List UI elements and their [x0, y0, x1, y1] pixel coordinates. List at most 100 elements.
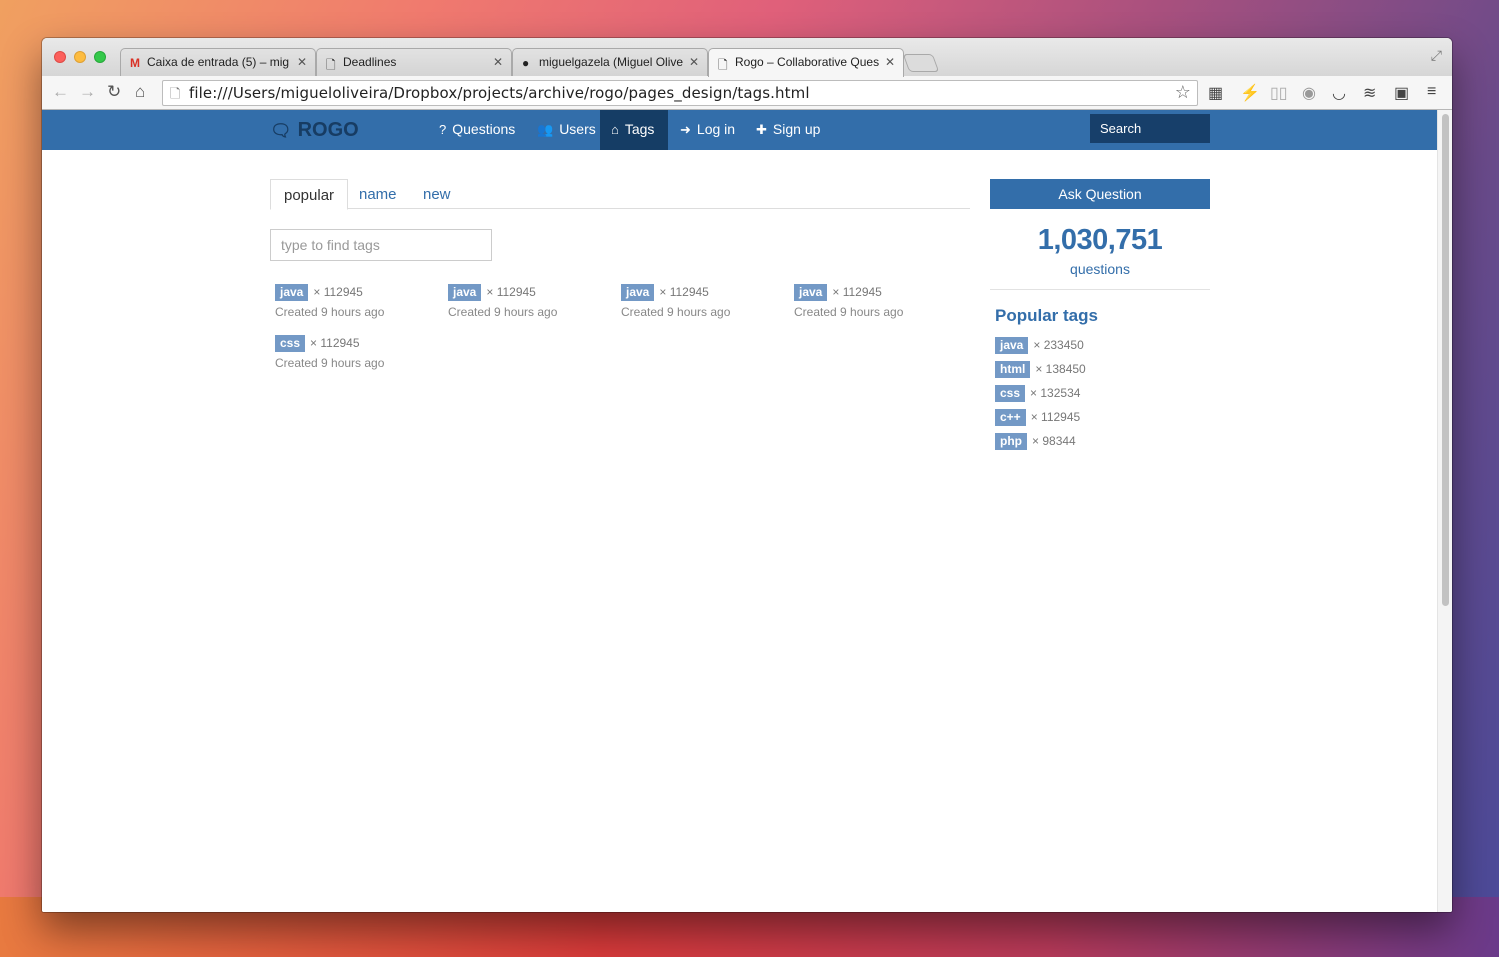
bookmark-star-icon[interactable]: ☆ [1175, 82, 1191, 103]
maximize-window-button[interactable] [94, 51, 106, 63]
new-tab-button[interactable] [902, 54, 940, 72]
fullscreen-icon[interactable]: ⤢ [1431, 47, 1442, 64]
ask-question-button[interactable]: Ask Question [990, 179, 1210, 209]
tag-created: Created 9 hours ago [794, 305, 904, 319]
back-arrow-icon[interactable]: ← [52, 82, 69, 102]
tag-count: × 98344 [1032, 434, 1076, 448]
list-item: php × 98344 [995, 433, 1210, 457]
tag-count: × 112945 [486, 285, 536, 299]
tag-sort-tabs: popular name new [270, 179, 970, 210]
nav-questions[interactable]: ? Questions [428, 110, 526, 150]
tab-label: Caixa de entrada (5) – mig [147, 55, 290, 69]
title-bar: M Caixa de entrada (5) – mig ✕ 🗋 Deadlin… [42, 38, 1452, 77]
minimize-window-button[interactable] [74, 51, 86, 63]
tab-popular[interactable]: popular [270, 179, 349, 210]
tag-chip[interactable]: java [448, 284, 482, 301]
tag-card: java × 112945 Created 9 hours ago [448, 284, 618, 319]
tab-new[interactable]: new [410, 179, 464, 209]
tab-label: miguelgazela (Miguel Olive [539, 55, 684, 69]
users-icon: 👥 [537, 122, 554, 137]
nav-sign-up[interactable]: ✚ Sign up [745, 110, 831, 150]
tag-created: Created 9 hours ago [621, 305, 731, 319]
home-icon[interactable]: ⌂ [135, 82, 145, 102]
tag-filter-input[interactable]: type to find tags [270, 229, 492, 261]
tag-count: × 112945 [313, 285, 363, 299]
list-item: java × 233450 [995, 337, 1210, 361]
close-tab-icon[interactable]: ✕ [297, 55, 307, 69]
page-icon: 🗋 [326, 58, 336, 72]
tab-label: Rogo – Collaborative Ques [735, 55, 880, 69]
extension-window-icon[interactable]: ▣ [1394, 83, 1409, 103]
nav-users[interactable]: 👥 Users [526, 110, 607, 150]
close-tab-icon[interactable]: ✕ [493, 55, 503, 69]
list-item: html × 138450 [995, 361, 1210, 385]
tag-count: × 132534 [1030, 386, 1081, 400]
extension-circle-icon[interactable]: ◉ [1302, 83, 1316, 103]
tag-count: × 112945 [310, 336, 360, 350]
extension-checker-icon[interactable]: ▦ [1208, 83, 1223, 103]
tag-count: × 233450 [1033, 338, 1084, 352]
list-item: c++ × 112945 [995, 409, 1210, 433]
tag-created: Created 9 hours ago [275, 305, 385, 319]
question-count: 1,030,751 [1037, 224, 1163, 256]
browser-toolbar: ← → ↻ ⌂ 🗋 file:///Users/migueloliveira/D… [42, 76, 1452, 110]
scrollbar-thumb[interactable] [1442, 114, 1449, 606]
extension-reader-icon[interactable]: ▯▯ [1270, 83, 1288, 103]
tag-chip[interactable]: java [794, 284, 828, 301]
address-bar[interactable]: 🗋 file:///Users/migueloliveira/Dropbox/p… [162, 80, 1198, 106]
site-logo[interactable]: 🗨 ROGO [270, 119, 359, 142]
close-tab-icon[interactable]: ✕ [885, 55, 895, 69]
tag-chip[interactable]: php [995, 433, 1027, 450]
tag-chip[interactable]: java [275, 284, 309, 301]
tag-chip[interactable]: java [621, 284, 655, 301]
forward-arrow-icon[interactable]: → [79, 82, 96, 102]
tag-count: × 112945 [1030, 410, 1081, 424]
tag-card: java × 112945 Created 9 hours ago [621, 284, 791, 319]
sidebar: Ask Question 1,030,751 questions Popular… [990, 179, 1210, 457]
comments-icon: 🗨 [270, 121, 292, 140]
tag-chip[interactable]: html [995, 361, 1031, 378]
tag-chip[interactable]: java [995, 337, 1029, 354]
list-item: css × 132534 [995, 385, 1210, 409]
plus-icon: ✚ [756, 122, 767, 137]
menu-icon[interactable]: ≡ [1427, 83, 1436, 101]
nav-label: Questions [452, 121, 516, 137]
tag-chip[interactable]: c++ [995, 409, 1026, 426]
buffer-icon[interactable]: ≋ [1363, 83, 1376, 103]
question-count-label: questions [990, 261, 1210, 290]
tab-label: Deadlines [343, 55, 397, 69]
tab-name[interactable]: name [346, 179, 410, 209]
browser-tab-deadlines[interactable]: 🗋 Deadlines ✕ [316, 48, 512, 76]
extension-bolt-icon[interactable]: ⚡ [1240, 83, 1260, 103]
reload-icon[interactable]: ↻ [107, 82, 121, 102]
tag-count: × 138450 [1035, 362, 1086, 376]
tag-card: java × 112945 Created 9 hours ago [794, 284, 964, 319]
nav-label: Users [559, 121, 596, 137]
tag-card: css × 112945 Created 9 hours ago [275, 335, 445, 370]
close-window-button[interactable] [54, 51, 66, 63]
tag-card: java × 112945 Created 9 hours ago [275, 284, 445, 319]
search-input[interactable]: Search [1090, 114, 1210, 143]
vertical-scrollbar[interactable] [1437, 110, 1452, 912]
close-tab-icon[interactable]: ✕ [689, 55, 699, 69]
tag-chip[interactable]: css [275, 335, 306, 352]
page-icon: 🗋 [170, 87, 181, 102]
nav-label: Sign up [772, 121, 821, 137]
browser-tab-rogo[interactable]: 🗋 Rogo – Collaborative Ques ✕ [708, 48, 904, 77]
nav-label: Tags [624, 121, 655, 137]
brand-name: ROGO [297, 119, 359, 141]
page-icon: 🗋 [718, 58, 728, 72]
tag-count: × 112945 [659, 285, 709, 299]
pocket-icon[interactable]: ◡ [1332, 83, 1346, 103]
nav-tags[interactable]: ⌂ Tags [600, 110, 668, 150]
question-circle-icon: ? [439, 122, 447, 137]
browser-tab-github[interactable]: ● miguelgazela (Miguel Olive ✕ [512, 48, 708, 76]
browser-tab-gmail[interactable]: M Caixa de entrada (5) – mig ✕ [120, 48, 316, 76]
gmail-icon: M [130, 56, 140, 70]
site-navbar: 🗨 ROGO ? Questions 👥 Users ⌂ Tags ➜ Log in ✚ S… [42, 110, 1437, 150]
popular-tags-list: java × 233450 html × 138450 css × 132534 c+… [995, 337, 1210, 457]
sign-in-icon: ➜ [680, 122, 691, 137]
nav-log-in[interactable]: ➜ Log in [669, 110, 746, 150]
tag-chip[interactable]: css [995, 385, 1026, 402]
page-viewport: 🗨 ROGO ? Questions 👥 Users ⌂ Tags ➜ Log in ✚ S… [42, 110, 1437, 912]
